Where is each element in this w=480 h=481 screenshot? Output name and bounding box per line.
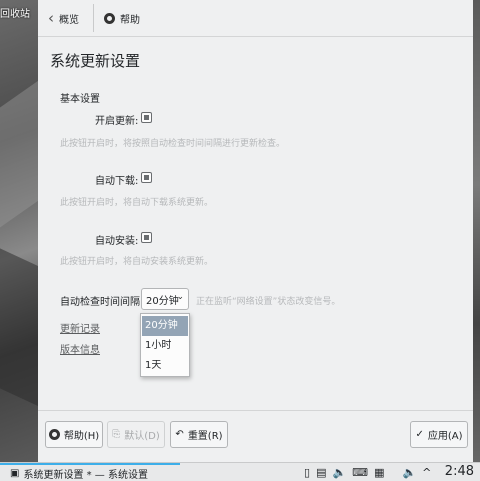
apply-button[interactable]: ✓ 应用(A): [410, 421, 468, 448]
speaker-icon[interactable]: 🔈: [402, 466, 416, 479]
check-interval-hint: 正在监听“网络设置”状态改变信号。: [196, 297, 341, 307]
help-lifebuoy-icon: [104, 12, 115, 24]
page-title: 系统更新设置: [50, 52, 141, 70]
help-button-label: 帮助(H): [63, 431, 100, 442]
interval-option-1hour[interactable]: 1小时: [142, 336, 188, 356]
desktop-background: 回收站: [0, 0, 38, 462]
clock[interactable]: 2:48: [445, 463, 474, 480]
keyboard-icon[interactable]: ⌨: [352, 466, 368, 479]
enable-updates-label: 开启更新:: [95, 116, 139, 127]
checkmark-icon: ✓: [415, 429, 424, 440]
reset-button[interactable]: ↶ 重置(R): [170, 421, 228, 448]
help-button[interactable]: 帮助(H): [45, 421, 103, 448]
device-icon[interactable]: ▯: [304, 466, 310, 479]
chevron-down-icon: ⌄: [176, 292, 184, 302]
button-bar: 帮助(H) ⎘ 默认(D) ↶ 重置(R) ✓ 应用(A): [38, 410, 473, 463]
enable-updates-hint: 此按钮开启时，将按照自动检查时间间隔进行更新检查。: [60, 139, 286, 149]
network-icon[interactable]: ▦: [374, 466, 384, 479]
check-interval-label: 自动检查时间间隔:: [60, 297, 144, 308]
settings-window: ‹ 概览 帮助 系统更新设置 基本设置 开启更新: 此按钮开启时，将按照自动检查…: [38, 0, 473, 463]
document-reset-icon: ⎘: [112, 429, 121, 440]
auto-install-hint: 此按钮开启时，将自动安装系统更新。: [60, 257, 214, 267]
tray-expand-icon[interactable]: ^: [422, 466, 431, 479]
window-icon: ▣: [10, 467, 20, 479]
check-interval-value: 20分钟: [146, 295, 179, 307]
help-lifebuoy-icon: [48, 429, 60, 440]
taskbar-task-settings[interactable]: ▣ 系统更新设置 * — 系统设置: [0, 463, 180, 481]
taskbar: ▣ 系统更新设置 * — 系统设置 ▯ ▤ 🔈 ⌨ ▦ 🔈 ^ 2:48: [0, 462, 480, 481]
interval-option-20min[interactable]: 20分钟: [142, 316, 188, 336]
undo-icon: ↶: [175, 429, 184, 440]
section-title-basic: 基本设置: [60, 94, 100, 105]
interval-option-1day[interactable]: 1天: [142, 356, 188, 376]
system-tray: ▯ ▤ 🔈 ⌨ ▦ 🔈 ^: [304, 464, 431, 480]
chevron-left-icon: ‹: [48, 8, 54, 27]
toolbar: ‹ 概览 帮助: [38, 0, 473, 37]
enable-updates-checkbox[interactable]: [141, 112, 152, 123]
taskbar-task-title: 系统更新设置 * — 系统设置: [23, 469, 148, 481]
reset-button-label: 重置(R): [187, 431, 223, 442]
default-button-label: 默认(D): [124, 431, 160, 442]
volume-icon[interactable]: 🔈: [332, 466, 346, 479]
auto-download-checkbox[interactable]: [141, 172, 152, 183]
clipboard-icon[interactable]: ▤: [316, 466, 326, 479]
auto-install-checkbox[interactable]: [141, 232, 152, 243]
auto-download-label: 自动下载:: [95, 176, 139, 187]
desktop-right-edge: [473, 0, 480, 462]
back-label: 概览: [59, 14, 79, 26]
auto-install-label: 自动安装:: [95, 236, 139, 247]
toolbar-divider: [93, 4, 94, 32]
check-interval-dropdown: 20分钟 1小时 1天: [140, 313, 190, 377]
apply-button-label: 应用(A): [427, 431, 463, 442]
help-toolbar-label: 帮助: [120, 14, 140, 26]
back-button[interactable]: ‹ 概览: [48, 8, 79, 28]
trash-desktop-label[interactable]: 回收站: [0, 5, 30, 20]
auto-download-hint: 此按钮开启时，将自动下载系统更新。: [60, 198, 214, 208]
default-button[interactable]: ⎘ 默认(D): [107, 421, 165, 448]
help-toolbar-button[interactable]: 帮助: [104, 8, 140, 28]
check-interval-combobox[interactable]: 20分钟 ⌄: [141, 288, 189, 310]
changelog-link[interactable]: 更新记录: [60, 320, 100, 335]
version-info-link[interactable]: 版本信息: [60, 341, 100, 356]
